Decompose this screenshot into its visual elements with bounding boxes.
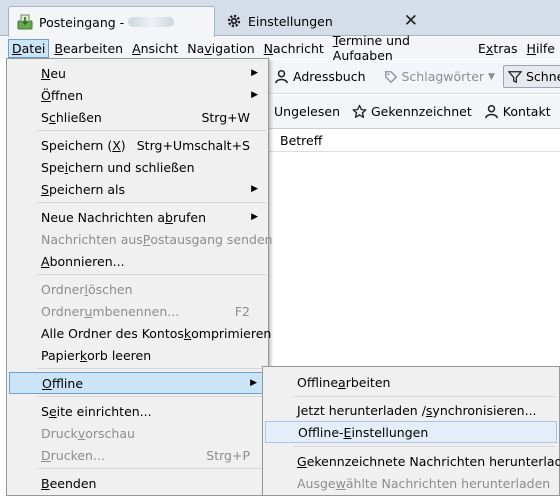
menu-item-save-and-close[interactable]: Spe i chern und schließen bbox=[9, 156, 266, 178]
offline-submenu: Offline a rbeiten Jetzt herunterladen / s… bbox=[262, 366, 560, 496]
gear-icon bbox=[227, 14, 241, 28]
submenu-item-download-sync[interactable]: Jetzt herunterladen / s ynchronisieren... bbox=[265, 399, 557, 421]
menu-item-quit[interactable]: Beenden bbox=[9, 472, 266, 494]
menu-item-get-messages[interactable]: Neue Nachrichten a b rufen ▶ bbox=[9, 206, 266, 228]
menu-item-save-as[interactable]: Speichern als ▶ bbox=[9, 178, 266, 200]
menu-separator bbox=[293, 396, 555, 397]
menu-navigation[interactable]: Navigation bbox=[183, 39, 258, 58]
tab-inbox[interactable]: Posteingang - bbox=[8, 6, 215, 37]
menu-item-save[interactable]: Speichern (X) Strg+Umschalt+S bbox=[9, 134, 266, 156]
shortcut-label: Strg+Umschalt+S bbox=[136, 137, 250, 153]
starred-label: Gekennzeichnet bbox=[371, 104, 472, 119]
submenu-item-offline-settings[interactable]: Offline- Einstellungen bbox=[265, 421, 557, 443]
submenu-item-work-offline[interactable]: Offline a rbeiten bbox=[265, 371, 557, 393]
star-icon bbox=[352, 104, 367, 118]
menu-separator bbox=[37, 368, 266, 369]
menu-item-new[interactable]: Neu ▶ bbox=[9, 62, 266, 84]
starred-filter[interactable]: Gekennzeichnet bbox=[352, 104, 472, 119]
submenu-arrow-icon: ▶ bbox=[251, 184, 258, 194]
menu-separator bbox=[37, 202, 266, 203]
menu-bar: Datei Bearbeiten Ansicht Navigation Nach… bbox=[0, 33, 560, 63]
menu-bearbeiten[interactable]: Bearbeiten bbox=[50, 39, 127, 58]
person-icon bbox=[484, 104, 498, 119]
menu-separator bbox=[37, 396, 266, 397]
menu-item-delete-folder[interactable]: Ordner l öschen bbox=[9, 278, 266, 300]
menu-item-empty-trash[interactable]: Papier k orb leeren bbox=[9, 344, 266, 366]
menu-item-send-outbox[interactable]: Nachrichten aus Postausgang senden bbox=[9, 228, 273, 250]
menu-hilfe[interactable]: Hilfe bbox=[523, 39, 559, 58]
menu-extras[interactable]: Extras bbox=[474, 39, 522, 58]
tab-inbox-label: Posteingang - bbox=[39, 14, 125, 30]
menu-separator bbox=[37, 130, 266, 131]
menu-item-offline[interactable]: Offline ▶ bbox=[9, 372, 266, 394]
redacted-account-name bbox=[128, 17, 175, 27]
shortcut-label: F2 bbox=[234, 303, 250, 319]
menu-item-compact-folders[interactable]: Alle Ordner des Kontos k omprimieren bbox=[9, 322, 271, 344]
quickfilter-label: Schnellfi bbox=[525, 69, 560, 84]
menu-separator bbox=[37, 274, 266, 275]
menu-item-close[interactable]: Sc hließen Strg+W bbox=[9, 106, 266, 128]
menu-ansicht[interactable]: Ansicht bbox=[128, 39, 182, 58]
unread-label: Ungelesen bbox=[274, 104, 340, 119]
main-toolbar: Adressbuch Schlagwörter ▼ Schnellfi bbox=[268, 60, 560, 94]
addressbook-label: Adressbuch bbox=[293, 69, 366, 84]
tag-icon bbox=[384, 70, 397, 83]
menu-item-rename-folder[interactable]: Ordner u mbenennen... F2 bbox=[9, 300, 266, 322]
menu-item-print-preview[interactable]: Druck v orschau bbox=[9, 422, 266, 444]
submenu-arrow-icon: ▶ bbox=[251, 212, 258, 222]
menu-item-print[interactable]: Drucken... Strg+P bbox=[9, 444, 266, 466]
tab-settings-label: Einstellungen bbox=[248, 13, 333, 29]
shortcut-label: Strg+W bbox=[201, 109, 250, 125]
chevron-down-icon: ▼ bbox=[488, 71, 495, 82]
contact-filter[interactable]: Kontakt bbox=[484, 104, 551, 119]
tags-label: Schlagwörter bbox=[401, 69, 485, 84]
shortcut-label: Strg+P bbox=[206, 447, 250, 463]
submenu-item-download-selected[interactable]: Ausge w ählte Nachrichten herunterladen bbox=[265, 472, 557, 494]
file-menu: Neu ▶ Öffnen ▶ Sc hließen Strg+W Speichern (… bbox=[6, 58, 273, 496]
menu-item-page-setup[interactable]: Se ite einrichten... bbox=[9, 400, 266, 422]
tags-button[interactable]: Schlagwörter ▼ bbox=[384, 69, 495, 84]
submenu-arrow-icon: ▶ bbox=[250, 378, 257, 388]
quickfilter-bar: Ungelesen Gekennzeichnet Kontakt bbox=[268, 95, 560, 129]
close-tab-icon[interactable]: ✕ bbox=[404, 11, 418, 31]
quickfilter-button[interactable]: Schnellfi bbox=[502, 65, 560, 88]
menu-item-open[interactable]: Öffnen ▶ bbox=[9, 84, 266, 106]
menu-item-subscribe[interactable]: Abonnieren... bbox=[9, 250, 266, 272]
column-header-subject[interactable]: Betreff bbox=[268, 130, 560, 152]
menu-nachricht[interactable]: Nachricht bbox=[260, 39, 328, 58]
subject-column-label: Betreff bbox=[280, 133, 323, 148]
inbox-download-icon bbox=[17, 14, 33, 30]
unread-filter[interactable]: Ungelesen bbox=[274, 104, 340, 119]
menu-separator bbox=[37, 468, 266, 469]
person-icon bbox=[275, 69, 288, 84]
contact-label: Kontakt bbox=[502, 104, 551, 119]
submenu-item-download-starred[interactable]: Gekennzeichnete Nachrichten herunterlade… bbox=[265, 450, 560, 472]
menu-separator bbox=[293, 446, 555, 447]
tab-bar: Posteingang - Einstellungen ✕ bbox=[0, 0, 560, 37]
menu-datei[interactable]: Datei bbox=[8, 38, 50, 58]
filter-icon bbox=[507, 70, 522, 83]
submenu-arrow-icon: ▶ bbox=[251, 90, 258, 100]
addressbook-button[interactable]: Adressbuch bbox=[274, 69, 366, 84]
submenu-arrow-icon: ▶ bbox=[251, 68, 258, 78]
